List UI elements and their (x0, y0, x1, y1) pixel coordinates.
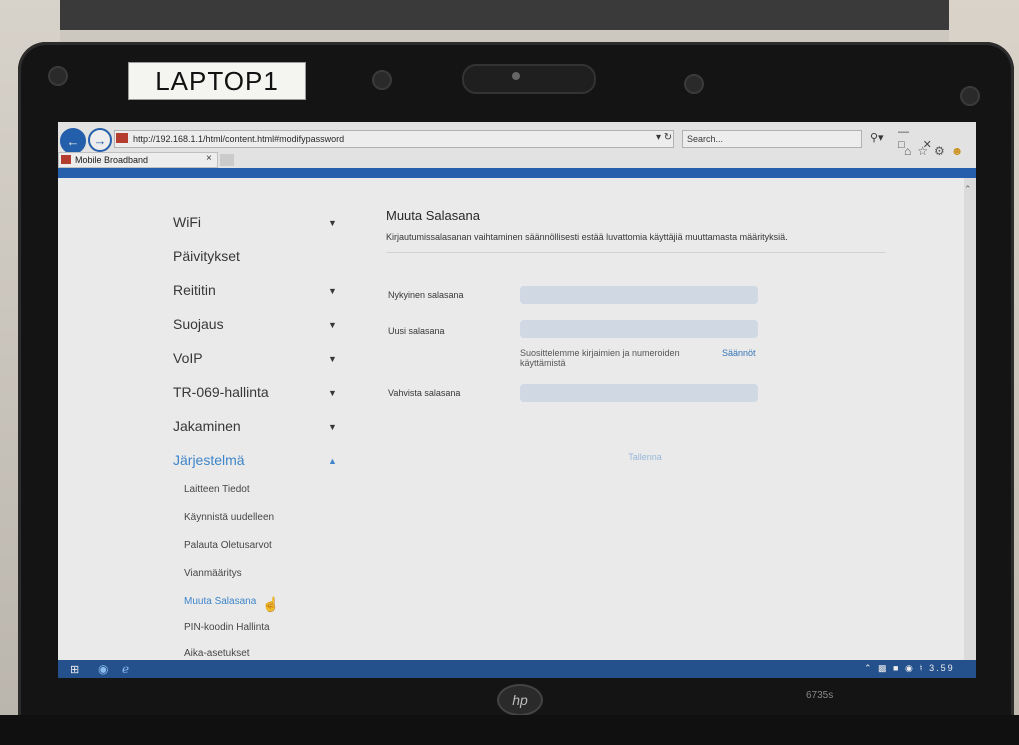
forward-button[interactable]: → (88, 128, 112, 152)
arrow-left-icon: ← (66, 133, 80, 149)
password-hint: Suosittelemme kirjaimien ja numeroiden k… (520, 348, 680, 368)
webcam-lens (512, 72, 520, 80)
sidebar-subitem-restore-defaults[interactable]: Palauta Oletusarvot (184, 540, 272, 551)
search-placeholder: Search... (687, 134, 724, 144)
sidebar-item-system[interactable]: Järjestelmä (173, 452, 245, 468)
search-input[interactable]: Search... (682, 130, 862, 148)
current-password-input[interactable] (520, 286, 758, 304)
new-tab-button[interactable] (220, 154, 234, 166)
chevron-down-icon[interactable]: ▼ (328, 354, 337, 364)
rules-link[interactable]: Säännöt (722, 348, 756, 358)
arrow-right-icon: → (93, 132, 107, 148)
new-password-label: Uusi salasana (388, 326, 445, 336)
router-header-bar (58, 168, 976, 178)
sidebar-item-tr069[interactable]: TR-069-hallinta (173, 384, 269, 400)
tab-title: Mobile Broadband (75, 155, 149, 165)
taskbar (58, 660, 976, 678)
screw-top-mid-left (372, 70, 392, 90)
sidebar-subitem-time-settings[interactable]: Aika-asetukset (184, 648, 250, 659)
browser-tab[interactable]: Mobile Broadband (58, 152, 218, 168)
chevron-up-icon[interactable]: ▲ (328, 456, 337, 466)
keyboard-edge (0, 715, 1019, 745)
save-button[interactable]: Tallenna (526, 446, 764, 468)
internet-explorer-icon[interactable]: ℯ (122, 662, 129, 676)
chevron-down-icon[interactable]: ▼ (328, 218, 337, 228)
site-favicon-icon (116, 133, 128, 143)
refresh-icon[interactable]: ▾ ↻ (656, 132, 672, 143)
screw-top-left (48, 66, 68, 86)
confirm-password-input[interactable] (520, 384, 758, 402)
screw-top-right (960, 86, 980, 106)
sidebar-item-security[interactable]: Suojaus (173, 316, 224, 332)
sidebar-item-wifi[interactable]: WiFi (173, 214, 201, 230)
favorites-star-icon[interactable]: ☆ (917, 144, 934, 158)
tab-close-icon[interactable]: × (206, 153, 212, 164)
settings-gear-icon[interactable]: ⚙ (934, 144, 951, 158)
scroll-up-icon[interactable]: ⌃ (964, 184, 972, 195)
back-button[interactable]: ← (60, 128, 86, 154)
screw-top-mid-right (684, 74, 704, 94)
background-monitor (0, 0, 1019, 30)
smiley-icon[interactable]: ☻ (951, 144, 970, 158)
hp-logo: hp (497, 684, 543, 716)
page-title: Muuta Salasana (386, 208, 480, 223)
model-label: 6735s (806, 690, 834, 701)
current-password-label: Nykyinen salasana (388, 290, 464, 300)
laptop-label-sticker: LAPTOP1 (128, 62, 306, 100)
sidebar-subitem-device-info[interactable]: Laitteen Tiedot (184, 484, 250, 495)
hand-cursor-icon: ☝ (262, 596, 280, 612)
chevron-down-icon[interactable]: ▼ (328, 422, 337, 432)
toolbar-icons[interactable]: ⌂☆⚙☻ (904, 144, 969, 158)
sidebar-subitem-pin-management[interactable]: PIN-koodin Hallinta (184, 622, 270, 633)
divider (386, 252, 886, 253)
windows-start-icon[interactable]: ⊞ (70, 663, 79, 676)
task-view-icon[interactable]: ◉ (98, 662, 108, 676)
chevron-down-icon[interactable]: ▼ (328, 286, 337, 296)
sidebar-item-sharing[interactable]: Jakaminen (173, 418, 241, 434)
sidebar-item-router[interactable]: Reititin (173, 282, 216, 298)
home-icon[interactable]: ⌂ (904, 144, 917, 158)
tab-favicon-icon (61, 155, 71, 164)
sidebar-subitem-restart[interactable]: Käynnistä uudelleen (184, 512, 274, 523)
chevron-down-icon[interactable]: ▼ (328, 320, 337, 330)
chevron-down-icon[interactable]: ▼ (328, 388, 337, 398)
system-tray[interactable]: ⌃ ▩ ■ ◉ ♮ 3.59 (864, 663, 955, 674)
webcam (462, 64, 596, 94)
page-description: Kirjautumissalasanan vaihtaminen säännöl… (386, 232, 788, 242)
confirm-password-label: Vahvista salasana (388, 388, 461, 398)
sidebar-subitem-change-password[interactable]: Muuta Salasana (184, 596, 256, 607)
address-bar[interactable]: http://192.168.1.1/html/content.html#mod… (114, 130, 674, 148)
sidebar-item-updates[interactable]: Päivitykset (173, 248, 240, 264)
sidebar-subitem-diagnostics[interactable]: Vianmääritys (184, 568, 242, 579)
search-icon[interactable]: ⚲▾ (870, 131, 884, 144)
laptop-screen: ← → http://192.168.1.1/html/content.html… (58, 122, 976, 678)
scrollbar[interactable] (964, 178, 976, 660)
sidebar-item-voip[interactable]: VoIP (173, 350, 203, 366)
address-url: http://192.168.1.1/html/content.html#mod… (133, 134, 345, 144)
new-password-input[interactable] (520, 320, 758, 338)
taskbar-clock: 3.59 (929, 663, 955, 673)
